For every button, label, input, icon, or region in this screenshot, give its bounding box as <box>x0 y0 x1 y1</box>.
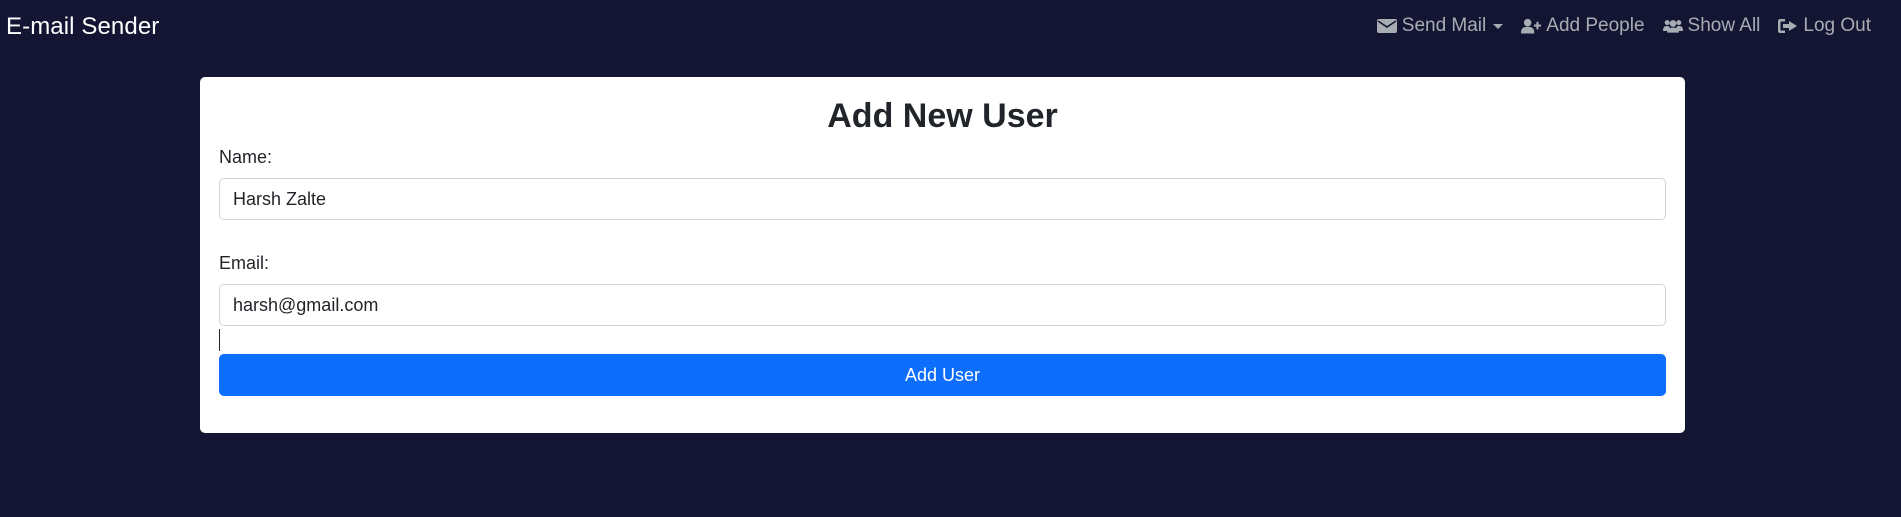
brand-logo-text[interactable]: E-mail Sender <box>6 13 159 41</box>
sign-out-icon <box>1778 19 1798 33</box>
nav-menu: Send Mail Add People Show All Log Out <box>1376 15 1871 37</box>
add-user-card: Add New User Name: Email: Add User <box>200 77 1685 433</box>
name-label: Name: <box>219 147 273 167</box>
nav-show-all[interactable]: Show All <box>1662 15 1761 37</box>
nav-add-people[interactable]: Add People <box>1521 15 1645 37</box>
page-title: Add New User <box>827 97 1058 135</box>
email-input[interactable] <box>219 284 1666 326</box>
envelope-icon <box>1376 19 1397 33</box>
nav-log-out-label: Log Out <box>1803 15 1871 36</box>
users-icon <box>1662 20 1683 33</box>
nav-send-mail[interactable]: Send Mail <box>1376 15 1504 37</box>
nav-add-people-label: Add People <box>1546 15 1645 36</box>
navbar: E-mail Sender Send Mail Add People Show … <box>0 0 1901 56</box>
nav-log-out[interactable]: Log Out <box>1778 15 1871 37</box>
text-cursor <box>219 329 220 351</box>
name-input[interactable] <box>219 178 1666 220</box>
nav-send-mail-label: Send Mail <box>1401 15 1487 36</box>
user-plus-icon <box>1521 18 1542 34</box>
email-label: Email: <box>219 253 270 273</box>
nav-show-all-label: Show All <box>1687 15 1761 36</box>
chevron-down-icon <box>1493 23 1504 29</box>
add-user-button[interactable]: Add User <box>219 354 1666 396</box>
